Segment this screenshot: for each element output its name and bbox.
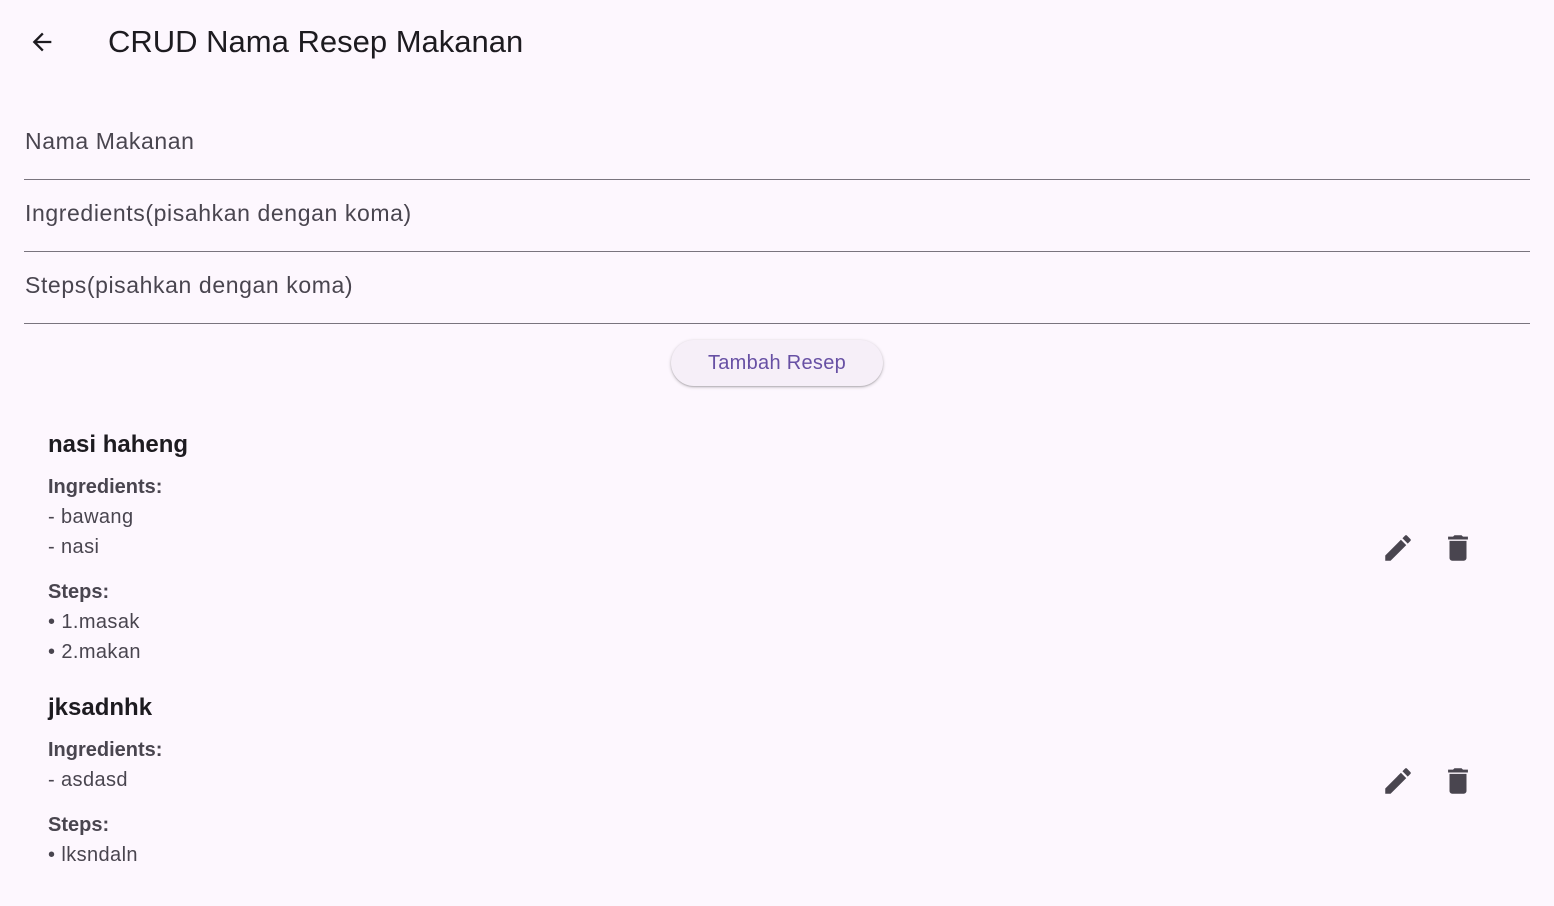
ingredient-item: - asdasd xyxy=(48,769,128,791)
recipe-actions xyxy=(1374,757,1482,805)
steps-field[interactable] xyxy=(24,252,1530,324)
recipe-name: nasi haheng xyxy=(48,431,189,458)
recipe-actions xyxy=(1374,524,1482,572)
edit-button[interactable] xyxy=(1374,757,1422,805)
steps-label: Steps: xyxy=(48,581,110,603)
add-recipe-button[interactable]: Tambah Resep xyxy=(671,340,883,386)
recipe-card: jksadnhk Ingredients: - asdasd Steps: • … xyxy=(48,693,1506,870)
page-title: CRUD Nama Resep Makanan xyxy=(108,24,524,59)
delete-icon xyxy=(1448,535,1468,561)
delete-button[interactable] xyxy=(1434,757,1482,805)
ingredient-item: - bawang xyxy=(48,506,134,528)
ingredients-label: Ingredients: xyxy=(48,476,163,498)
steps-input[interactable] xyxy=(24,252,1530,323)
recipe-card: nasi haheng Ingredients: - bawang - nasi… xyxy=(48,430,1506,667)
food-name-input[interactable] xyxy=(24,108,1530,179)
step-item: • 1.masak xyxy=(48,611,140,633)
delete-button[interactable] xyxy=(1434,524,1482,572)
edit-button[interactable] xyxy=(1374,524,1422,572)
ingredients-input[interactable] xyxy=(24,180,1530,251)
food-name-field[interactable] xyxy=(24,108,1530,180)
step-item: • 2.makan xyxy=(48,641,141,663)
steps-label: Steps: xyxy=(48,814,110,836)
step-item: • lksndaln xyxy=(48,844,138,866)
recipe-name: jksadnhk xyxy=(48,694,153,721)
ingredients-label: Ingredients: xyxy=(48,739,163,761)
app-bar: CRUD Nama Resep Makanan xyxy=(0,0,1554,84)
back-button[interactable] xyxy=(18,18,66,66)
edit-icon xyxy=(1385,768,1411,794)
edit-icon xyxy=(1385,535,1411,561)
arrow-back-icon xyxy=(32,32,52,52)
delete-icon xyxy=(1448,768,1468,794)
ingredient-item: - nasi xyxy=(48,536,100,558)
ingredients-field[interactable] xyxy=(24,180,1530,252)
